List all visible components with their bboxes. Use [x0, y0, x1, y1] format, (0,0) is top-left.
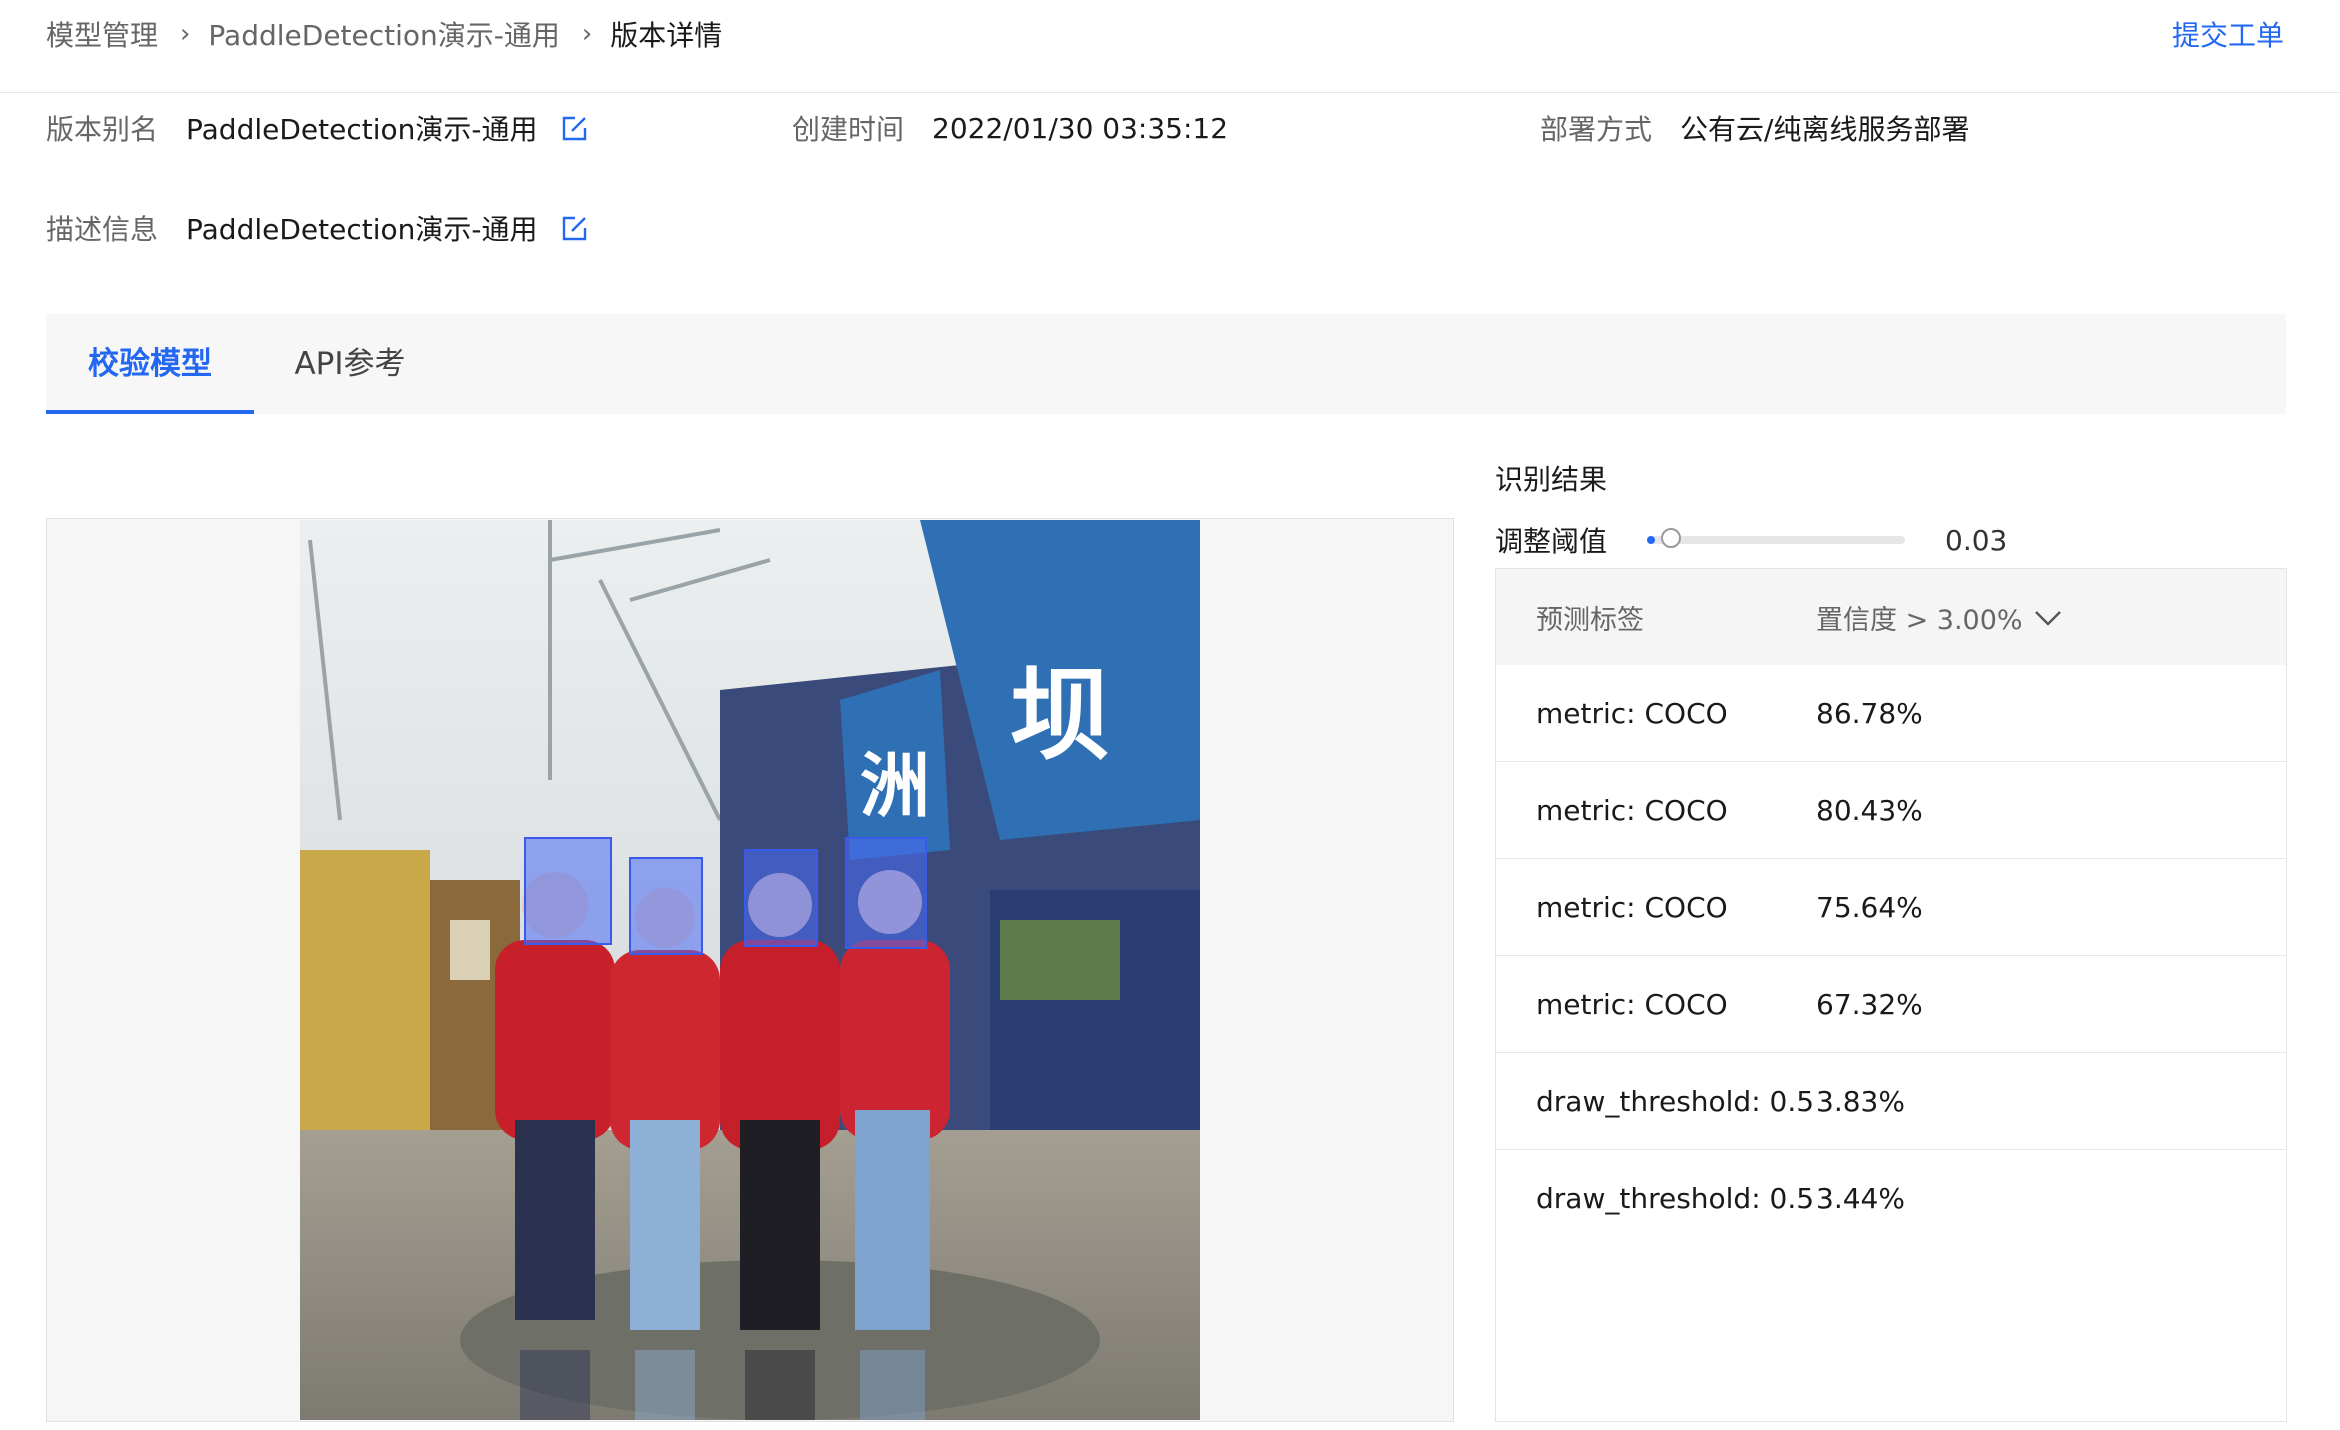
- row-label: metric: COCO: [1536, 987, 1728, 1021]
- row-confidence: 75.64%: [1816, 890, 1923, 924]
- breadcrumb-model-management[interactable]: 模型管理: [46, 14, 158, 54]
- result-rows: metric: COCO 86.78% metric: COCO 80.43% metr…: [1496, 665, 2286, 1246]
- created-time-value: 2022/01/30 03:35:12: [932, 111, 1229, 145]
- breadcrumb-current: 版本详情: [610, 19, 723, 52]
- version-alias-label: 版本别名: [46, 113, 159, 146]
- header-predicted-label: 预测标签: [1536, 604, 1644, 636]
- threshold-control: 调整阈值 0.03: [1495, 520, 2007, 560]
- deploy-method-label: 部署方式: [1540, 113, 1653, 146]
- edit-icon[interactable]: [561, 114, 589, 142]
- table-row: metric: COCO 80.43%: [1496, 762, 2286, 859]
- table-row: metric: COCO 86.78%: [1496, 665, 2286, 762]
- row-label: draw_threshold: 0.5: [1536, 1181, 1815, 1215]
- row-label: metric: COCO: [1536, 793, 1728, 827]
- breadcrumb: 模型管理 › PaddleDetection演示-通用 › 版本详情: [46, 14, 722, 54]
- row-confidence: 86.78%: [1816, 696, 1923, 730]
- slider-handle[interactable]: [1660, 528, 1681, 548]
- created-time-row: 创建时间 2022/01/30 03:35:12: [792, 108, 1228, 148]
- detection-box: [524, 837, 612, 945]
- row-label: metric: COCO: [1536, 696, 1728, 730]
- description-row: 描述信息 PaddleDetection演示-通用: [46, 208, 589, 248]
- tab-verify-model[interactable]: 校验模型: [46, 314, 254, 414]
- submit-ticket-link[interactable]: 提交工单: [2172, 14, 2284, 54]
- breadcrumb-model-name[interactable]: PaddleDetection演示-通用: [208, 14, 559, 54]
- confidence-sort[interactable]: 置信度 > 3.00%: [1816, 598, 2063, 637]
- tab-bar: 校验模型 API参考: [46, 314, 2286, 414]
- result-table: 预测标签 置信度 > 3.00% metric: COCO 86.78% metri…: [1495, 568, 2287, 1422]
- detection-box: [744, 849, 818, 947]
- detection-box: [629, 857, 703, 955]
- version-alias-row: 版本别名 PaddleDetection演示-通用: [46, 108, 589, 148]
- version-alias-value: PaddleDetection演示-通用: [186, 113, 538, 146]
- table-row: draw_threshold: 0.5 3.83%: [1496, 1053, 2286, 1150]
- row-confidence: 67.32%: [1816, 987, 1923, 1021]
- description-label: 描述信息: [46, 213, 159, 246]
- row-label: draw_threshold: 0.5: [1536, 1084, 1815, 1118]
- detection-box: [845, 837, 927, 949]
- created-time-label: 创建时间: [792, 113, 905, 146]
- threshold-slider[interactable]: [1647, 528, 1906, 548]
- table-row: metric: COCO 67.32%: [1496, 956, 2286, 1053]
- description-value: PaddleDetection演示-通用: [186, 213, 538, 246]
- billboard-text: 坝: [1010, 657, 1110, 774]
- chevron-down-icon: [2034, 611, 2061, 626]
- billboard-text: 洲: [860, 745, 930, 827]
- edit-icon[interactable]: [561, 214, 589, 242]
- deploy-method-value: 公有云/纯离线服务部署: [1680, 113, 1970, 146]
- slider-fill: [1647, 536, 1655, 544]
- chevron-right-icon: ›: [180, 19, 191, 49]
- detection-image: 坝 洲: [300, 520, 1200, 1420]
- header-confidence: 置信度 > 3.00%: [1816, 604, 2023, 636]
- row-confidence: 3.44%: [1816, 1181, 1905, 1215]
- result-table-header: 预测标签 置信度 > 3.00%: [1496, 569, 2286, 665]
- table-row: draw_threshold: 0.5 3.44%: [1496, 1150, 2286, 1246]
- top-bar: 模型管理 › PaddleDetection演示-通用 › 版本详情 提交工单: [0, 0, 2340, 93]
- row-confidence: 80.43%: [1816, 793, 1923, 827]
- tab-api-reference[interactable]: API参考: [254, 314, 446, 414]
- deploy-method-row: 部署方式 公有云/纯离线服务部署: [1540, 108, 1969, 148]
- threshold-label: 调整阈值: [1495, 525, 1608, 558]
- row-label: metric: COCO: [1536, 890, 1728, 924]
- table-row: metric: COCO 75.64%: [1496, 859, 2286, 956]
- result-title: 识别结果: [1495, 463, 1608, 496]
- chevron-right-icon: ›: [581, 19, 593, 49]
- threshold-value: 0.03: [1945, 523, 2008, 557]
- row-confidence: 3.83%: [1816, 1084, 1905, 1118]
